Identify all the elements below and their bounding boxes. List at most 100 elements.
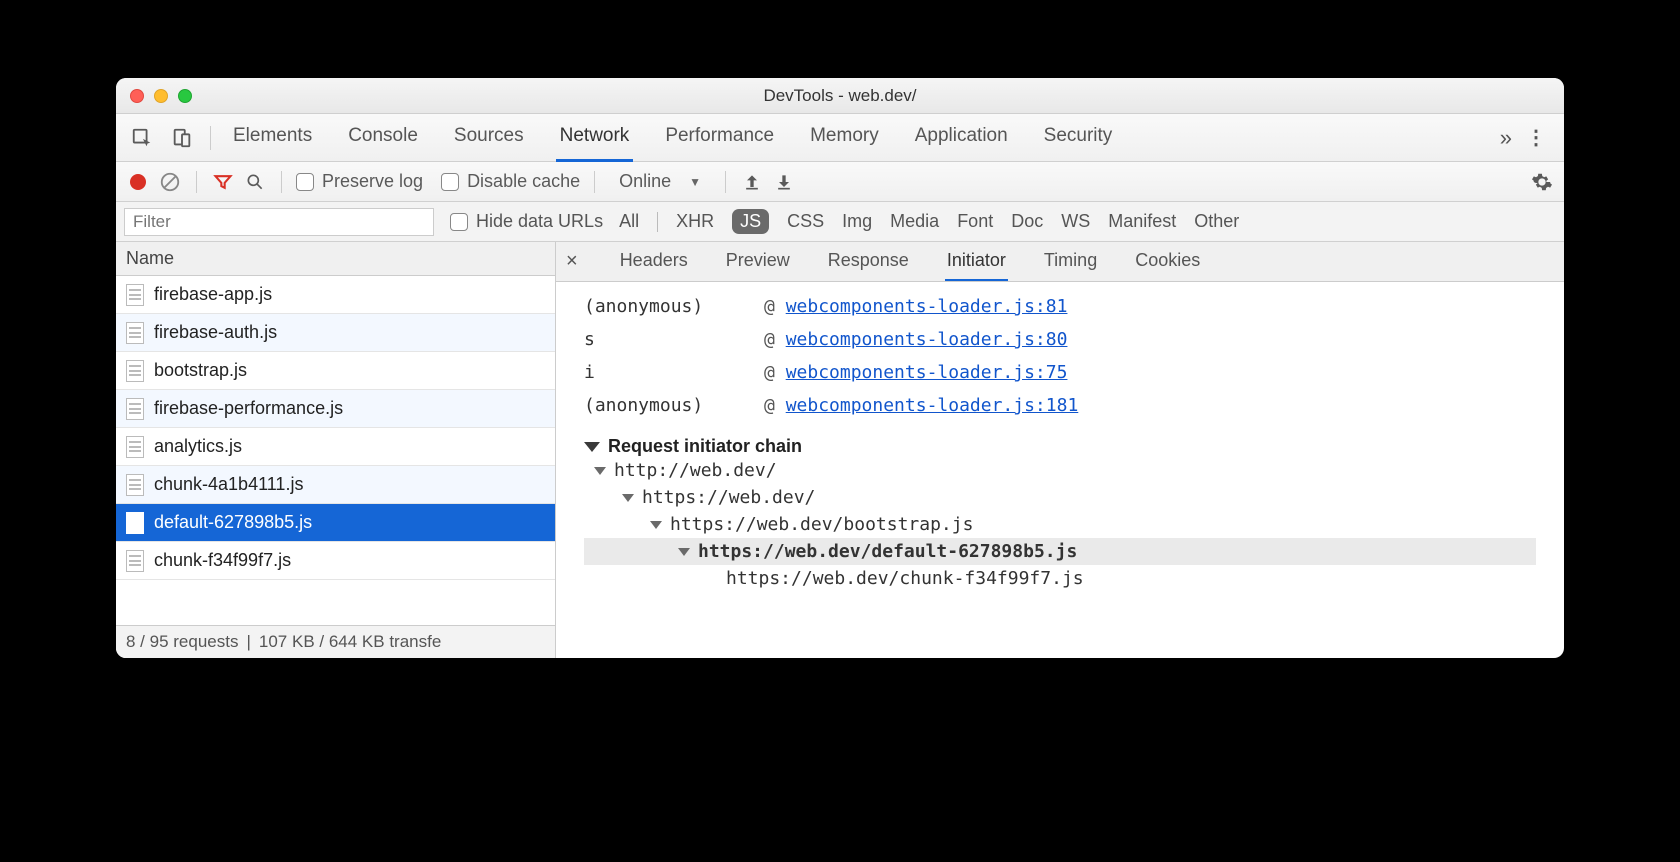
request-row[interactable]: chunk-4a1b4111.js (116, 466, 555, 504)
filter-chip-font[interactable]: Font (957, 211, 993, 232)
file-icon (126, 284, 144, 306)
main-tab-console[interactable]: Console (344, 113, 422, 162)
detail-tab-response[interactable]: Response (826, 242, 911, 281)
filter-chip-doc[interactable]: Doc (1011, 211, 1043, 232)
request-list-footer: 8 / 95 requests | 107 KB / 644 KB transf… (116, 625, 555, 658)
settings-icon[interactable] (1530, 170, 1554, 194)
search-icon[interactable] (243, 170, 267, 194)
stack-frame: s@ webcomponents-loader.js:80 (584, 323, 1536, 356)
main-tab-security[interactable]: Security (1040, 113, 1117, 162)
expand-icon (622, 494, 634, 502)
hide-data-urls-label: Hide data URLs (476, 211, 603, 231)
chain-url: https://web.dev/chunk-f34f99f7.js (726, 568, 1084, 589)
record-button[interactable] (126, 170, 150, 194)
kebab-menu-icon[interactable]: ⋮ (1526, 125, 1548, 150)
filter-chip-manifest[interactable]: Manifest (1108, 211, 1176, 232)
chain-url: https://web.dev/bootstrap.js (670, 514, 973, 535)
throttling-select[interactable]: Online ▼ (609, 171, 711, 192)
expand-icon (650, 521, 662, 529)
clear-button[interactable] (158, 170, 182, 194)
stack-link[interactable]: webcomponents-loader.js:80 (786, 329, 1068, 350)
main-tab-elements[interactable]: Elements (229, 113, 316, 162)
chain-node[interactable]: https://web.dev/default-627898b5.js (584, 538, 1536, 565)
main-tab-performance[interactable]: Performance (661, 113, 778, 162)
detail-tab-initiator[interactable]: Initiator (945, 242, 1008, 281)
filter-chip-xhr[interactable]: XHR (676, 211, 714, 232)
stack-frame: (anonymous)@ webcomponents-loader.js:181 (584, 389, 1536, 422)
upload-har-icon[interactable] (740, 170, 764, 194)
type-filter-chips: All XHR JS CSS Img Media Font Doc WS Manifest Othe… (619, 209, 1239, 234)
stack-fn: s (584, 329, 744, 350)
preserve-log-label: Preserve log (322, 171, 423, 191)
request-row[interactable]: firebase-app.js (116, 276, 555, 314)
disable-cache-checkbox[interactable]: Disable cache (441, 171, 580, 192)
request-row[interactable]: chunk-f34f99f7.js (116, 542, 555, 580)
stack-frame: i@ webcomponents-loader.js:75 (584, 356, 1536, 389)
filter-chip-other[interactable]: Other (1194, 211, 1239, 232)
main-tab-memory[interactable]: Memory (806, 113, 883, 162)
detail-tab-cookies[interactable]: Cookies (1133, 242, 1202, 281)
device-toggle-icon[interactable] (168, 124, 196, 152)
request-name: firebase-app.js (154, 284, 272, 305)
filter-icon[interactable] (211, 170, 235, 194)
request-row[interactable]: default-627898b5.js (116, 504, 555, 542)
request-row[interactable]: firebase-auth.js (116, 314, 555, 352)
file-icon (126, 550, 144, 572)
file-icon (126, 474, 144, 496)
chain-node[interactable]: https://web.dev/chunk-f34f99f7.js (584, 565, 1536, 592)
tabs-overflow-button[interactable]: » (1500, 125, 1512, 151)
request-name: firebase-performance.js (154, 398, 343, 419)
titlebar: DevTools - web.dev/ (116, 78, 1564, 114)
request-count: 8 / 95 requests (126, 632, 238, 652)
inspect-icon[interactable] (128, 124, 156, 152)
filter-chip-js[interactable]: JS (732, 209, 769, 234)
stack-fn: i (584, 362, 744, 383)
chain-node[interactable]: https://web.dev/bootstrap.js (584, 511, 1536, 538)
filter-chip-ws[interactable]: WS (1061, 211, 1090, 232)
close-detail-icon[interactable]: × (566, 250, 584, 273)
request-name: bootstrap.js (154, 360, 247, 381)
chain-url: http://web.dev/ (614, 460, 777, 481)
main-tab-application[interactable]: Application (911, 113, 1012, 162)
request-list: Name firebase-app.jsfirebase-auth.jsboot… (116, 242, 556, 658)
chain-node[interactable]: http://web.dev/ (584, 457, 1536, 484)
filter-chip-all[interactable]: All (619, 211, 639, 232)
chain-node[interactable]: https://web.dev/ (584, 484, 1536, 511)
detail-body: (anonymous)@ webcomponents-loader.js:81s… (556, 282, 1564, 658)
file-icon (126, 322, 144, 344)
expand-icon (594, 467, 606, 475)
content-area: Name firebase-app.jsfirebase-auth.jsboot… (116, 242, 1564, 658)
stack-fn: (anonymous) (584, 395, 744, 416)
file-icon (126, 512, 144, 534)
request-row[interactable]: firebase-performance.js (116, 390, 555, 428)
stack-link[interactable]: webcomponents-loader.js:181 (786, 395, 1079, 416)
detail-tab-headers[interactable]: Headers (618, 242, 690, 281)
file-icon (126, 360, 144, 382)
main-tab-sources[interactable]: Sources (450, 113, 528, 162)
detail-tabs: × Headers Preview Response Initiator Timing C… (556, 242, 1564, 282)
request-list-body: firebase-app.js firebase-auth.js bootstrap… (116, 276, 555, 625)
request-row[interactable]: bootstrap.js (116, 352, 555, 390)
main-tabbar: Elements Console Sources Network Performance… (116, 114, 1564, 162)
request-name: analytics.js (154, 436, 242, 457)
stack-link[interactable]: webcomponents-loader.js:75 (786, 362, 1068, 383)
detail-tab-timing[interactable]: Timing (1042, 242, 1099, 281)
detail-tab-preview[interactable]: Preview (724, 242, 792, 281)
main-tabs: Elements Console Sources Network Performance… (219, 113, 1500, 162)
hide-data-urls-checkbox[interactable]: Hide data URLs (450, 211, 603, 232)
stack-link[interactable]: webcomponents-loader.js:81 (786, 296, 1068, 317)
transfer-size: 107 KB / 644 KB transfe (259, 632, 441, 652)
disable-cache-label: Disable cache (467, 171, 580, 191)
request-row[interactable]: analytics.js (116, 428, 555, 466)
filter-chip-css[interactable]: CSS (787, 211, 824, 232)
network-toolbar: Preserve log Disable cache Online ▼ (116, 162, 1564, 202)
download-har-icon[interactable] (772, 170, 796, 194)
request-name: firebase-auth.js (154, 322, 277, 343)
preserve-log-checkbox[interactable]: Preserve log (296, 171, 423, 192)
filter-chip-media[interactable]: Media (890, 211, 939, 232)
chain-header[interactable]: Request initiator chain (584, 436, 1536, 457)
filter-chip-img[interactable]: Img (842, 211, 872, 232)
filter-input[interactable] (124, 208, 434, 236)
expand-icon (678, 548, 690, 556)
main-tab-network[interactable]: Network (556, 113, 634, 162)
